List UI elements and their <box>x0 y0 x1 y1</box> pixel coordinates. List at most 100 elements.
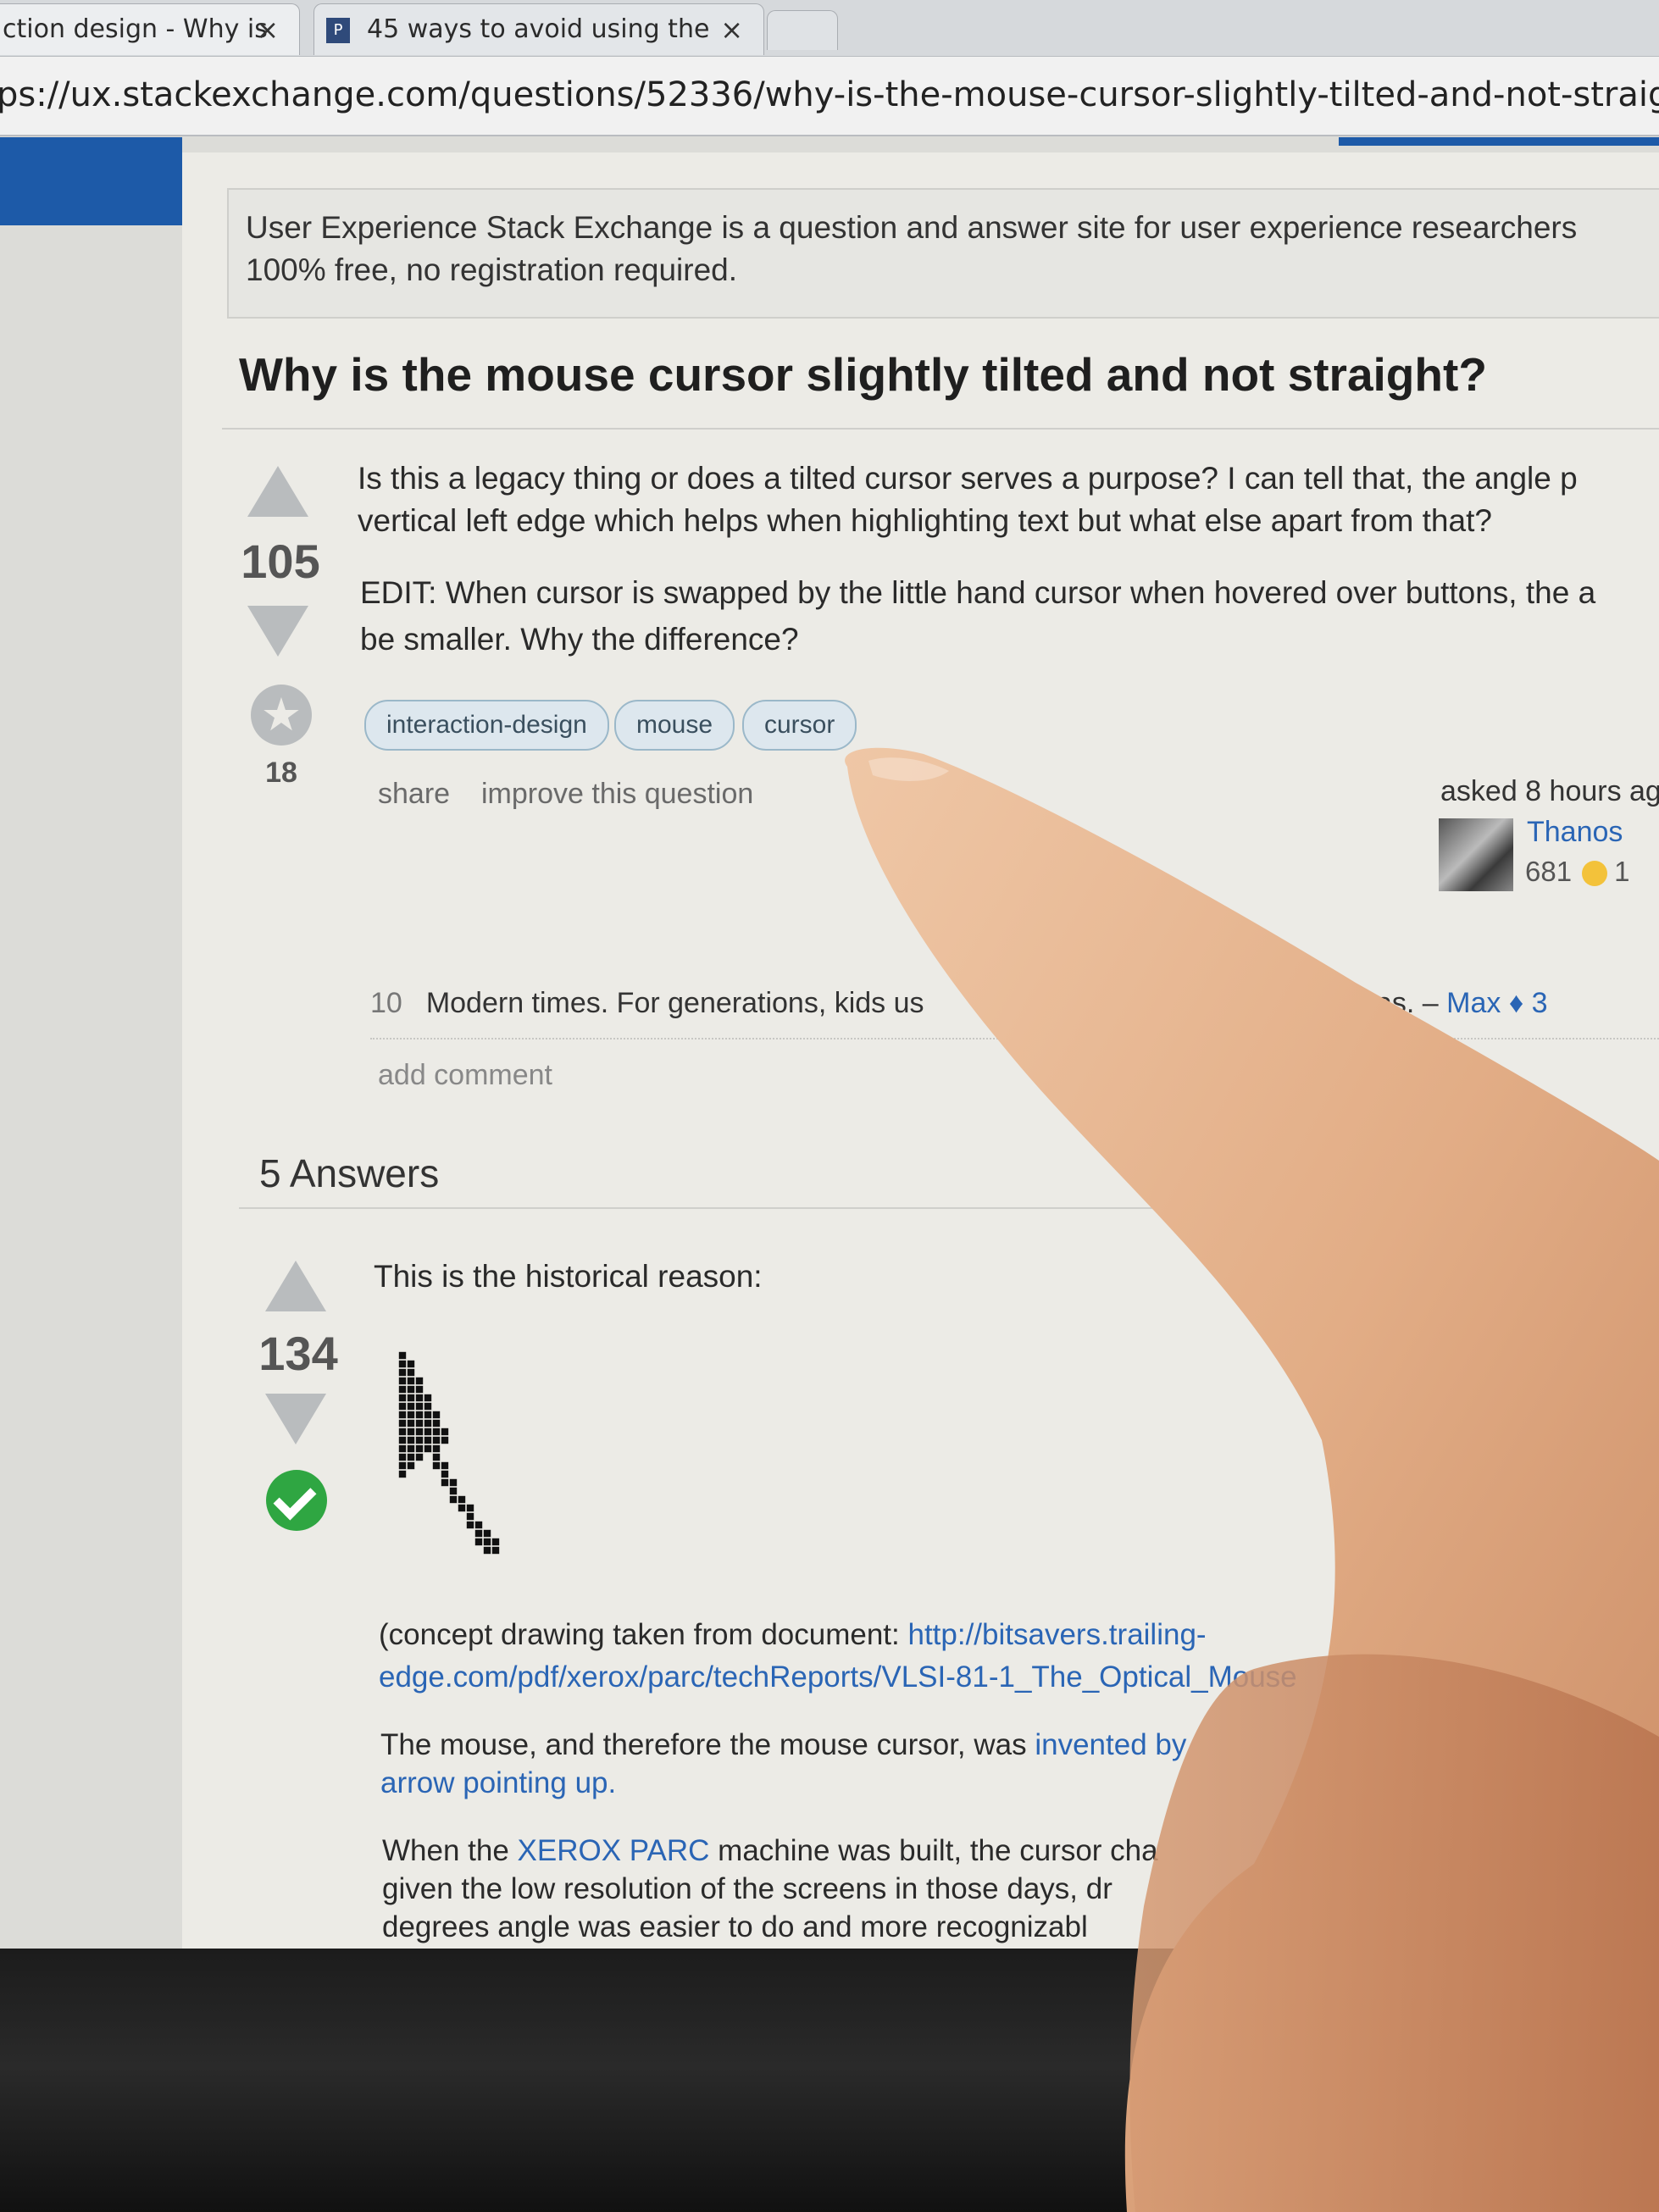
monitor-bezel <box>0 1949 1659 2212</box>
caption-text: (concept drawing taken from document: <box>379 1618 908 1651</box>
paragraph-text: The mouse, and therefore the mouse curso… <box>380 1728 1035 1761</box>
favicon-icon: P <box>326 18 350 43</box>
title-divider <box>222 428 1659 430</box>
cursor-pixel <box>424 1411 432 1419</box>
add-comment-link[interactable]: add comment <box>378 1059 552 1092</box>
comment-score: 10 <box>370 987 402 1019</box>
cursor-pixel <box>466 1504 474 1512</box>
invented-by-link[interactable]: invented by <box>1035 1728 1186 1761</box>
cursor-pixel <box>424 1436 432 1444</box>
improve-question-link[interactable]: improve this question <box>481 778 753 811</box>
cursor-pixel <box>398 1394 407 1402</box>
user-name-link[interactable]: Thanos <box>1527 816 1623 849</box>
cursor-pixel <box>424 1402 432 1411</box>
cursor-pixel <box>407 1402 415 1411</box>
answer-paragraph-line: given the low resolution of the screens … <box>382 1872 1112 1905</box>
accepted-check-icon <box>266 1470 327 1531</box>
answers-header: 5 Answers <box>259 1151 440 1195</box>
cursor-pixel <box>432 1444 441 1453</box>
cursor-pixel <box>424 1428 432 1436</box>
answer-paragraph-line: arrow pointing up. <box>380 1762 616 1805</box>
cursor-pixel <box>415 1402 424 1411</box>
cursor-pixel <box>415 1385 424 1394</box>
caption-link[interactable]: http://bitsavers.trailing- <box>907 1618 1206 1651</box>
question-vote-count: 105 <box>241 535 320 588</box>
question-title[interactable]: Why is the mouse cursor slightly tilted … <box>239 347 1487 402</box>
answer-vote-count: 134 <box>258 1327 338 1380</box>
cursor-pixel <box>458 1495 466 1504</box>
new-tab-button[interactable] <box>767 10 838 50</box>
cursor-pixel <box>407 1394 415 1402</box>
notice-line-1: User Experience Stack Exchange is a ques… <box>246 210 1578 245</box>
cursor-pixel <box>432 1428 441 1436</box>
cursor-pixel <box>415 1377 424 1385</box>
tab-bar: ction design - Why is × P 45 ways to avo… <box>0 0 1659 57</box>
tag-interaction-design[interactable]: interaction-design <box>364 700 609 751</box>
cursor-pixel <box>415 1394 424 1402</box>
cursor-pixel <box>398 1461 407 1470</box>
cursor-pixel <box>415 1411 424 1419</box>
tab-45-ways[interactable]: P 45 ways to avoid using the × <box>313 3 764 55</box>
cursor-pixel <box>407 1360 415 1368</box>
cursor-pixel <box>398 1444 407 1453</box>
cursor-pixel <box>432 1461 441 1470</box>
cursor-pixel <box>407 1419 415 1428</box>
url-text[interactable]: ps://ux.stackexchange.com/questions/5233… <box>0 75 1659 114</box>
cursor-pixel <box>424 1444 432 1453</box>
downvote-icon[interactable] <box>265 1394 326 1444</box>
cursor-pixel <box>474 1529 483 1538</box>
cursor-pixel <box>441 1428 449 1436</box>
cursor-pixel <box>398 1351 407 1360</box>
cursor-pixel <box>449 1478 458 1487</box>
cursor-pixel <box>483 1538 491 1546</box>
cursor-pixel <box>398 1402 407 1411</box>
paragraph-text: When the <box>382 1834 518 1867</box>
cursor-pixel <box>407 1444 415 1453</box>
address-bar[interactable]: ps://ux.stackexchange.com/questions/5233… <box>0 57 1659 136</box>
comment-divider <box>370 1038 1659 1039</box>
asked-time: asked 8 hours ago <box>1440 775 1659 807</box>
cursor-pixel <box>398 1360 407 1368</box>
tag-mouse[interactable]: mouse <box>614 700 735 751</box>
close-icon[interactable]: × <box>720 4 743 55</box>
tab-interaction-design[interactable]: ction design - Why is × <box>0 3 300 55</box>
close-icon[interactable]: × <box>256 4 279 55</box>
question-body-line: Is this a legacy thing or does a tilted … <box>358 461 1578 496</box>
comment-text-end: t bananas. – <box>1279 987 1439 1019</box>
cursor-pixel <box>407 1428 415 1436</box>
cursor-pixel <box>415 1419 424 1428</box>
cursor-pixel <box>407 1385 415 1394</box>
upvote-icon[interactable] <box>247 466 308 517</box>
cursor-pixel <box>398 1436 407 1444</box>
cursor-pixel <box>483 1546 491 1555</box>
comment: 10 Modern times. For generations, kids us… <box>370 987 1548 1020</box>
cursor-pixel <box>398 1428 407 1436</box>
cursor-pixel <box>415 1453 424 1461</box>
avatar[interactable] <box>1439 818 1513 891</box>
cursor-pixel <box>407 1411 415 1419</box>
downvote-icon[interactable] <box>247 606 308 657</box>
cursor-pixel <box>458 1504 466 1512</box>
tag-cursor[interactable]: cursor <box>742 700 857 751</box>
site-header-bar <box>0 137 182 225</box>
pixel-cursor-image <box>398 1351 500 1555</box>
question-body-line: be smaller. Why the difference? <box>360 622 799 657</box>
cursor-pixel <box>424 1419 432 1428</box>
arrow-pointing-up-link[interactable]: arrow pointing up. <box>380 1766 616 1799</box>
cursor-pixel <box>432 1436 441 1444</box>
xerox-parc-link[interactable]: XEROX PARC <box>518 1834 710 1867</box>
cursor-pixel <box>398 1470 407 1478</box>
share-link[interactable]: share <box>378 778 450 811</box>
cursor-pixel <box>441 1436 449 1444</box>
cursor-pixel <box>466 1521 474 1529</box>
paragraph-text: machine was built, the cursor cha <box>709 1834 1158 1867</box>
cursor-pixel <box>449 1487 458 1495</box>
cursor-pixel <box>407 1436 415 1444</box>
answer-paragraph-line: When the XEROX PARC machine was built, t… <box>382 1830 1158 1872</box>
upvote-icon[interactable] <box>265 1261 326 1311</box>
favorite-count: 18 <box>265 757 297 789</box>
comment-author-link[interactable]: Max ♦ 3 <box>1446 987 1547 1019</box>
cursor-pixel <box>398 1377 407 1385</box>
caption-link[interactable]: edge.com/pdf/xerox/parc/techReports/VLSI… <box>379 1660 1297 1694</box>
favorite-star-icon[interactable]: ★ <box>251 685 312 746</box>
